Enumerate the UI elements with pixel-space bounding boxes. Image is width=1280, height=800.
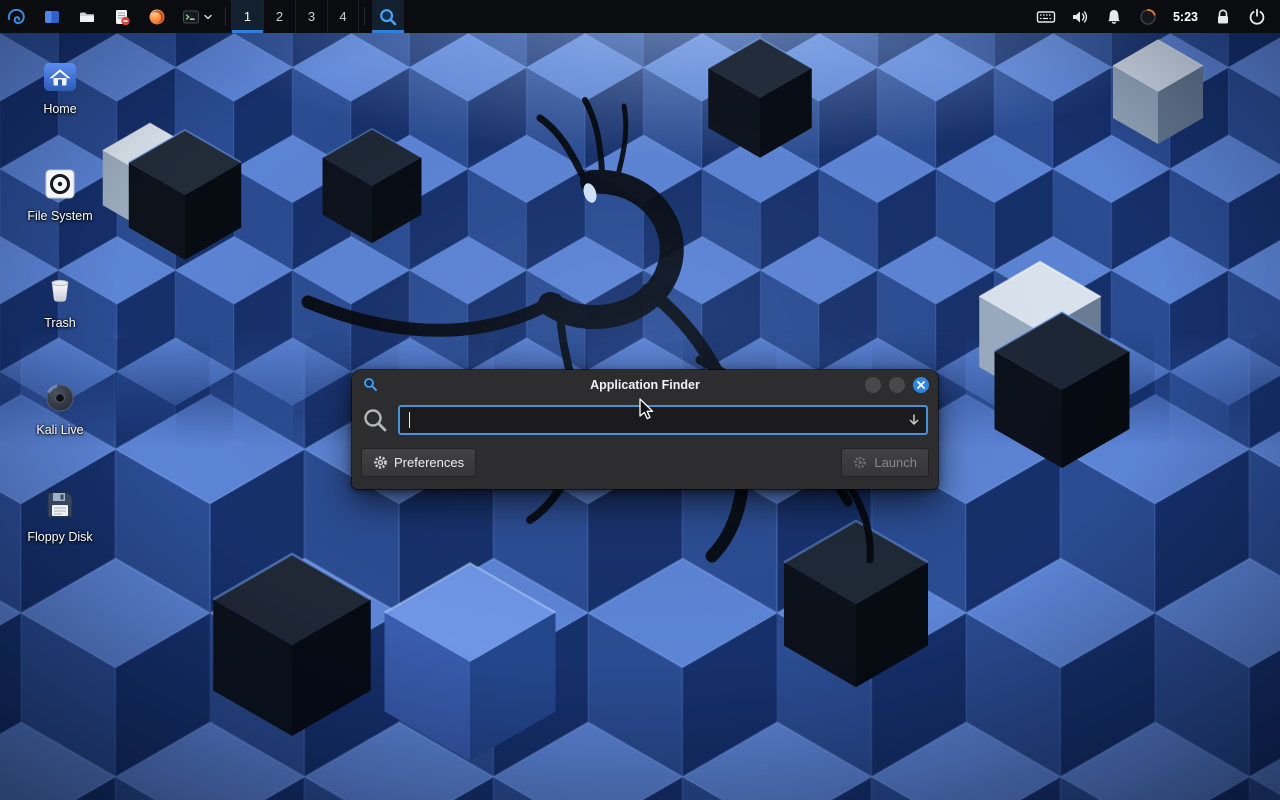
- action-row: Preferences Launch: [352, 442, 938, 489]
- desktop-icon-kali-live[interactable]: Kali Live: [12, 378, 108, 438]
- preferences-label: Preferences: [394, 455, 464, 470]
- gear-icon: [373, 455, 388, 470]
- desktop-icon-floppy-disk[interactable]: Floppy Disk: [12, 485, 108, 545]
- launch-icon: [853, 455, 868, 470]
- appfinder-window-icon: [363, 377, 378, 392]
- top-panel: 1 2 3 4: [0, 0, 1280, 33]
- firefox-icon: [148, 8, 166, 26]
- workspace-switcher: 1 2 3 4: [231, 0, 359, 33]
- taskbar-application-finder[interactable]: [372, 0, 404, 33]
- app-window-icon: [43, 8, 61, 26]
- workspace-3[interactable]: 3: [295, 0, 327, 33]
- launcher-file-manager-button[interactable]: [69, 0, 104, 33]
- workspace-4[interactable]: 4: [327, 0, 359, 33]
- application-finder-window: Application Finder: [352, 370, 938, 489]
- kali-logo-icon: [6, 6, 28, 28]
- search-input[interactable]: [398, 405, 928, 435]
- power-icon: [1247, 7, 1267, 27]
- trash-icon: [40, 271, 80, 311]
- desktop-icon-trash[interactable]: Trash: [12, 271, 108, 331]
- launcher-window-button[interactable]: [34, 0, 69, 33]
- volume-button[interactable]: [1063, 0, 1097, 33]
- panel-separator: [225, 7, 226, 26]
- status-indicator-icon: [1138, 7, 1158, 27]
- file-system-icon: [40, 164, 80, 204]
- workspace-1[interactable]: 1: [231, 0, 263, 33]
- notifications-icon: [1104, 7, 1124, 27]
- workspace-2[interactable]: 2: [263, 0, 295, 33]
- desktop-icon-label: Floppy Disk: [27, 531, 92, 545]
- desktop-icon-label: File System: [27, 210, 92, 224]
- chevron-down-icon: [203, 12, 213, 22]
- lock-button[interactable]: [1206, 0, 1240, 33]
- panel-separator: [364, 7, 365, 26]
- desktop-icon-home[interactable]: Home: [12, 57, 108, 117]
- launch-button[interactable]: Launch: [841, 448, 929, 477]
- launch-label: Launch: [874, 455, 917, 470]
- volume-icon: [1070, 7, 1090, 27]
- file-manager-icon: [78, 8, 96, 26]
- cdrom-icon: [40, 378, 80, 418]
- text-caret: [409, 412, 410, 428]
- titlebar[interactable]: Application Finder: [352, 370, 938, 400]
- close-button[interactable]: [913, 377, 929, 393]
- panel-right: 5:23: [1029, 0, 1280, 33]
- maximize-button[interactable]: [889, 377, 905, 393]
- desktop-icon-label: Trash: [44, 317, 76, 331]
- desktop-icon-label: Kali Live: [36, 424, 83, 438]
- search-input-wrap: [398, 405, 928, 435]
- kali-menu-button[interactable]: [0, 0, 34, 33]
- terminal-icon: [182, 8, 200, 26]
- keyboard-indicator-button[interactable]: [1029, 0, 1063, 33]
- power-button[interactable]: [1240, 0, 1274, 33]
- keyboard-indicator-icon: [1036, 7, 1056, 27]
- window-title: Application Finder: [360, 378, 930, 392]
- floppy-icon: [40, 485, 80, 525]
- minimize-button[interactable]: [865, 377, 881, 393]
- launcher-text-editor-button[interactable]: [104, 0, 139, 33]
- appfinder-icon: [378, 7, 398, 27]
- desktop-icon-file-system[interactable]: File System: [12, 164, 108, 224]
- lock-icon: [1213, 7, 1233, 27]
- clock[interactable]: 5:23: [1165, 10, 1206, 24]
- mouse-cursor: [636, 397, 658, 421]
- home-icon: [40, 57, 80, 97]
- panel-left: 1 2 3 4: [0, 0, 404, 33]
- dropdown-arrow-icon[interactable]: [907, 413, 921, 427]
- window-controls: [865, 377, 929, 393]
- launcher-terminal-button[interactable]: [174, 0, 220, 33]
- search-icon: [362, 407, 389, 434]
- launcher-firefox-button[interactable]: [139, 0, 174, 33]
- notifications-button[interactable]: [1097, 0, 1131, 33]
- close-icon: [913, 377, 929, 393]
- text-editor-icon: [113, 8, 131, 26]
- desktop-icon-label: Home: [43, 103, 76, 117]
- preferences-button[interactable]: Preferences: [361, 448, 476, 477]
- status-indicator-button[interactable]: [1131, 0, 1165, 33]
